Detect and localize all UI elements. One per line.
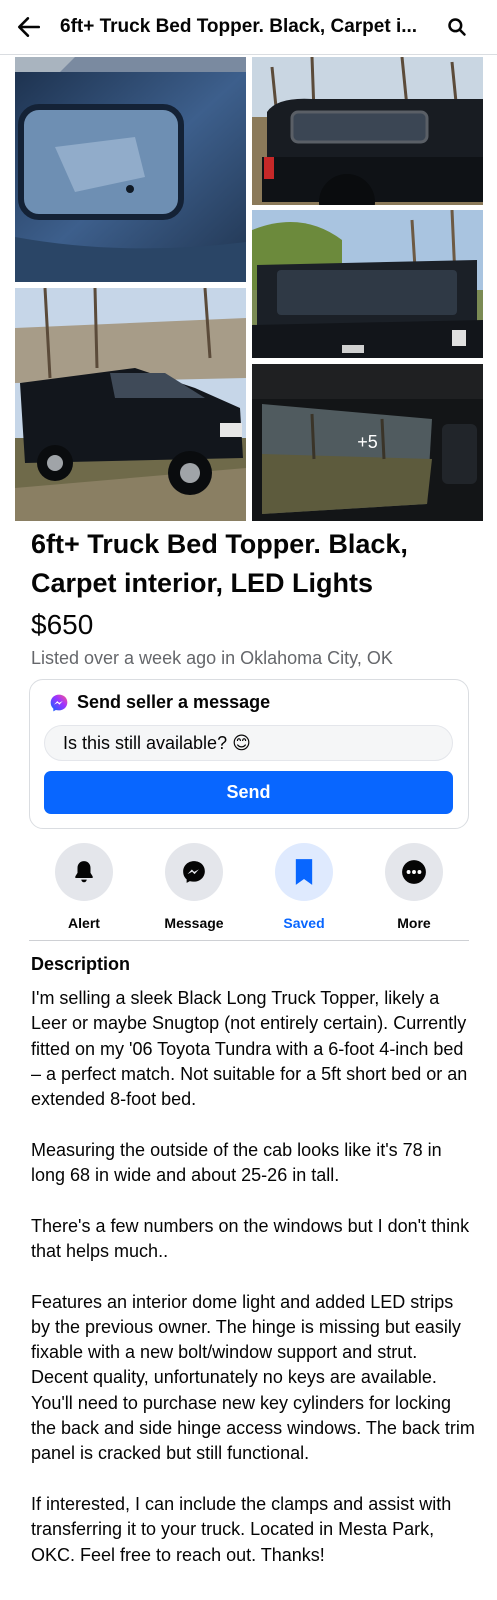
more-dots-icon — [402, 860, 426, 884]
alert-label: Alert — [68, 915, 100, 931]
saved-button[interactable]: Saved — [249, 843, 359, 931]
description-paragraph: I'm selling a sleek Black Long Truck Top… — [31, 988, 468, 1110]
message-label: Message — [164, 915, 224, 931]
more-photos-overlay[interactable]: +5 — [252, 364, 483, 521]
listing-photo-5[interactable]: +5 — [252, 364, 483, 521]
send-message-header: Send seller a message — [49, 692, 270, 713]
message-input[interactable]: Is this still available? 😊 — [44, 725, 453, 761]
search-icon — [448, 18, 466, 36]
messenger-icon — [183, 861, 205, 883]
description-paragraph: Measuring the outside of the cab looks l… — [31, 1139, 442, 1186]
send-button[interactable]: Send — [44, 771, 453, 814]
photo-gallery: +5 — [15, 57, 483, 521]
description-paragraph: Features an interior dome light and adde… — [31, 1291, 475, 1464]
listing-price: $650 — [31, 609, 94, 640]
message-circle[interactable] — [165, 843, 223, 901]
back-button[interactable] — [14, 12, 44, 42]
listing-title: 6ft+ Truck Bed Topper. Black, Carpet int… — [31, 529, 408, 598]
messenger-icon — [50, 694, 68, 711]
alert-circle[interactable] — [55, 843, 113, 901]
top-bar: 6ft+ Truck Bed Topper. Black, Carpet i..… — [0, 0, 497, 55]
more-button[interactable]: More — [359, 843, 469, 931]
listing-photo-4[interactable] — [15, 288, 246, 521]
action-bar: Alert Message Saved More — [29, 843, 469, 931]
saved-circle[interactable] — [275, 843, 333, 901]
section-divider — [29, 940, 469, 941]
send-message-heading: Send seller a message — [77, 692, 271, 712]
page-title: 6ft+ Truck Bed Topper. Black, Carpet i..… — [60, 16, 418, 37]
bell-icon — [75, 861, 93, 883]
description-paragraph: There's a few numbers on the windows but… — [31, 1215, 470, 1261]
description-heading: Description — [31, 954, 131, 974]
description-paragraph: If interested, I can include the clamps … — [31, 1493, 452, 1565]
listing-photo-2[interactable] — [252, 57, 483, 205]
more-label: More — [397, 915, 431, 931]
search-button[interactable] — [444, 14, 470, 40]
send-message-card: Send seller a message Is this still avai… — [29, 679, 469, 829]
saved-label: Saved — [283, 915, 325, 931]
message-button[interactable]: Message — [139, 843, 249, 931]
listing-photo-1[interactable] — [15, 57, 246, 282]
listing-meta: Listed over a week ago in Oklahoma City,… — [31, 648, 393, 668]
description-body: I'm selling a sleek Black Long Truck Top… — [31, 986, 476, 1593]
more-circle[interactable] — [385, 843, 443, 901]
arrow-left-icon — [17, 17, 41, 37]
listing-photo-3[interactable] — [252, 210, 483, 358]
bookmark-icon — [295, 859, 313, 885]
alert-button[interactable]: Alert — [29, 843, 139, 931]
